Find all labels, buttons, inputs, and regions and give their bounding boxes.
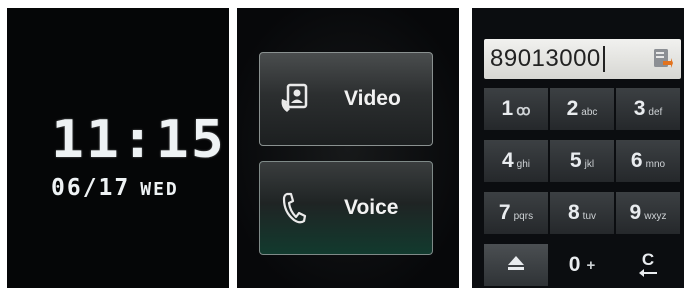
- clock-date-line: 06/17 WED: [51, 174, 221, 204]
- key-1-digit: 1: [501, 97, 514, 120]
- clock-time: 11:15: [51, 110, 226, 170]
- key-5[interactable]: 5 jkl: [550, 140, 614, 182]
- key-0-digit: 0: [568, 253, 581, 276]
- key-9-digit: 9: [629, 201, 642, 224]
- clear-label: C: [641, 250, 655, 269]
- dial-keypad: 1 ꝏ 2 abc 3 def 4 ghi 5 jkl 6 mno 7 pqrs…: [484, 88, 684, 286]
- key-1[interactable]: 1 ꝏ: [484, 88, 548, 130]
- key-6-digit: 6: [630, 149, 643, 172]
- key-4[interactable]: 4 ghi: [484, 140, 548, 182]
- call-type-screen: Video Voice: [237, 8, 459, 288]
- key-2-digit: 2: [566, 97, 579, 120]
- key-6-letters: mno: [645, 158, 666, 170]
- phone-handset-icon: [274, 188, 314, 228]
- contacts-icon[interactable]: [651, 47, 673, 71]
- key-8[interactable]: 8 tuv: [550, 192, 614, 234]
- voice-call-label: Voice: [344, 196, 399, 219]
- key-3-letters: def: [648, 106, 663, 118]
- clock-date: 06/17: [51, 175, 131, 201]
- video-call-button[interactable]: Video: [259, 52, 433, 146]
- key-4-digit: 4: [501, 149, 514, 172]
- key-8-digit: 8: [567, 201, 580, 224]
- voice-call-button[interactable]: Voice: [259, 161, 433, 255]
- clock-weekday: WED: [140, 179, 179, 200]
- key-8-letters: tuv: [582, 210, 597, 222]
- key-2[interactable]: 2 abc: [550, 88, 614, 130]
- video-call-label: Video: [344, 87, 401, 110]
- clock-screen: 11:15 06/17 WED: [7, 8, 229, 288]
- clear-button[interactable]: C: [616, 244, 680, 286]
- screenshot-strip: 11:15 06/17 WED Video Voice 89013000 1 ꝏ…: [0, 0, 688, 289]
- key-7-letters: pqrs: [513, 210, 534, 222]
- text-cursor: [602, 46, 605, 72]
- eject-keypad-button[interactable]: [484, 244, 548, 286]
- eject-icon: [506, 255, 526, 276]
- dialed-number: 89013000: [490, 45, 601, 72]
- key-9-letters: wxyz: [644, 210, 667, 222]
- dialed-number-field[interactable]: 89013000: [484, 39, 681, 79]
- key-3[interactable]: 3 def: [616, 88, 680, 130]
- key-5-letters: jkl: [584, 158, 595, 170]
- key-7[interactable]: 7 pqrs: [484, 192, 548, 234]
- key-0[interactable]: 0 +: [550, 244, 614, 286]
- clock-display: 11:15 06/17 WED: [51, 112, 224, 204]
- key-3-digit: 3: [633, 97, 646, 120]
- key-6[interactable]: 6 mno: [616, 140, 680, 182]
- video-contact-icon: [274, 79, 314, 119]
- key-7-digit: 7: [498, 201, 511, 224]
- key-4-letters: ghi: [516, 158, 531, 170]
- key-0-plus: +: [586, 256, 596, 274]
- dialer-screen: 89013000 1 ꝏ 2 abc 3 def 4 ghi 5 jkl 6 m…: [472, 8, 684, 288]
- key-9[interactable]: 9 wxyz: [616, 192, 680, 234]
- clear-icon: C: [638, 250, 658, 278]
- key-2-letters: abc: [581, 106, 598, 118]
- key-5-digit: 5: [569, 149, 582, 172]
- voicemail-icon: ꝏ: [516, 101, 531, 118]
